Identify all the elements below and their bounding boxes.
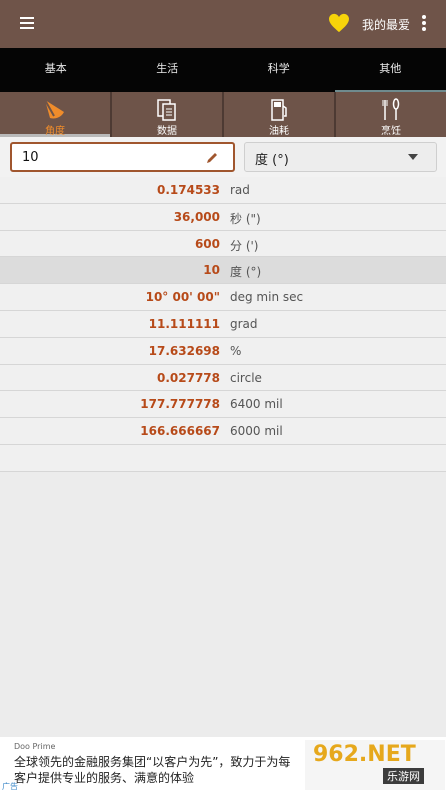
result-value: 166.666667 [140,424,220,439]
logo-subtext: 乐游网 [383,768,424,784]
ad-text-line1: 全球领先的金融服务集团“以客户为先”，致力于为每 [14,755,291,769]
value-text[interactable]: 10 [22,150,39,165]
ad-banner[interactable]: Doo Prime 全球领先的金融服务集团“以客户为先”，致力于为每 客户提供专… [0,737,446,792]
input-row: 10 度 (°) [0,137,446,177]
result-unit: rad [230,183,250,197]
result-row[interactable]: 600 分 (') [0,230,446,258]
result-unit: deg min sec [230,290,304,305]
subtab-data[interactable]: 数据 [112,92,222,137]
heart-icon[interactable] [328,13,350,33]
app-bar: 我的最爱 [0,0,446,48]
menu-icon[interactable] [20,17,34,30]
result-unit: 秒 (") [230,211,261,226]
subtab-label: 烹饪 [381,126,401,137]
ad-brand: Doo Prime [14,742,56,751]
subtab-label: 角度 [45,126,65,137]
result-value: 0.027778 [156,370,220,385]
result-value: 177.777778 [140,397,220,412]
result-value: 600 [194,236,220,251]
subtab-fuel[interactable]: 油耗 [224,92,334,137]
result-unit: circle [230,370,262,385]
result-value: 10° 00' 00" [145,290,220,305]
result-value: 10 [203,263,220,278]
fuel-icon [271,99,287,121]
tab-other[interactable]: 其他 [334,48,446,92]
result-unit: 6000 mil [230,424,283,439]
more-options-icon[interactable] [421,15,427,33]
angle-icon [44,99,64,119]
result-row[interactable]: 0.174533 rad [0,177,446,204]
tab-life[interactable]: 生活 [112,48,224,92]
category-tabs: 基本 生活 科学 其他 [0,48,446,92]
subtab-cooking[interactable]: 烹饪 [336,92,446,137]
ad-text-line2: 客户提供专业的服务、满意的体验 [14,771,195,785]
result-row[interactable]: 177.777778 6400 mil [0,391,446,419]
chevron-down-icon [408,154,418,160]
result-row[interactable]: 0.027778 circle [0,364,446,392]
result-unit: 度 (°) [230,265,262,280]
tab-basic[interactable]: 基本 [0,48,112,92]
unit-select[interactable]: 度 (°) [244,142,437,172]
result-value: 36,000 [173,209,220,224]
result-value: 17.632698 [148,343,220,358]
empty-row [0,444,446,472]
tab-science[interactable]: 科学 [223,48,335,92]
logo-text: 962.NET [313,742,416,767]
subtab-label: 数据 [157,126,177,137]
data-icon [157,99,176,121]
pencil-icon[interactable] [205,151,219,165]
subcategory-tabs: 角度 数据 油耗 烹饪 [0,92,446,137]
result-unit: grad [230,316,258,331]
unit-select-value: 度 (°) [255,153,289,168]
results-list: 0.174533 rad 36,000 秒 (") 600 分 (') 10 度 (°)… [0,177,446,472]
subtab-angle[interactable]: 角度 [0,92,110,137]
result-row-selected[interactable]: 10 度 (°) [0,257,446,285]
subtab-label: 油耗 [269,126,289,137]
result-unit: % [230,343,242,358]
result-row[interactable]: 10° 00' 00" deg min sec [0,284,446,311]
watermark-logo: 962.NET 乐游网 [305,740,445,790]
result-value: 11.111111 [148,316,220,331]
result-value: 0.174533 [156,183,220,197]
result-row[interactable]: 11.111111 grad [0,310,446,338]
favorites-label[interactable]: 我的最爱 [362,16,410,33]
result-row[interactable]: 166.666667 6000 mil [0,418,446,445]
ad-tag: 广告 [2,782,18,791]
cooking-icon [382,98,400,120]
result-row[interactable]: 17.632698% [0,337,446,365]
value-input[interactable]: 10 [10,142,235,172]
result-unit: 分 (') [230,238,259,253]
result-unit: 6400 mil [230,397,283,412]
result-row[interactable]: 36,000 秒 (") [0,203,446,231]
